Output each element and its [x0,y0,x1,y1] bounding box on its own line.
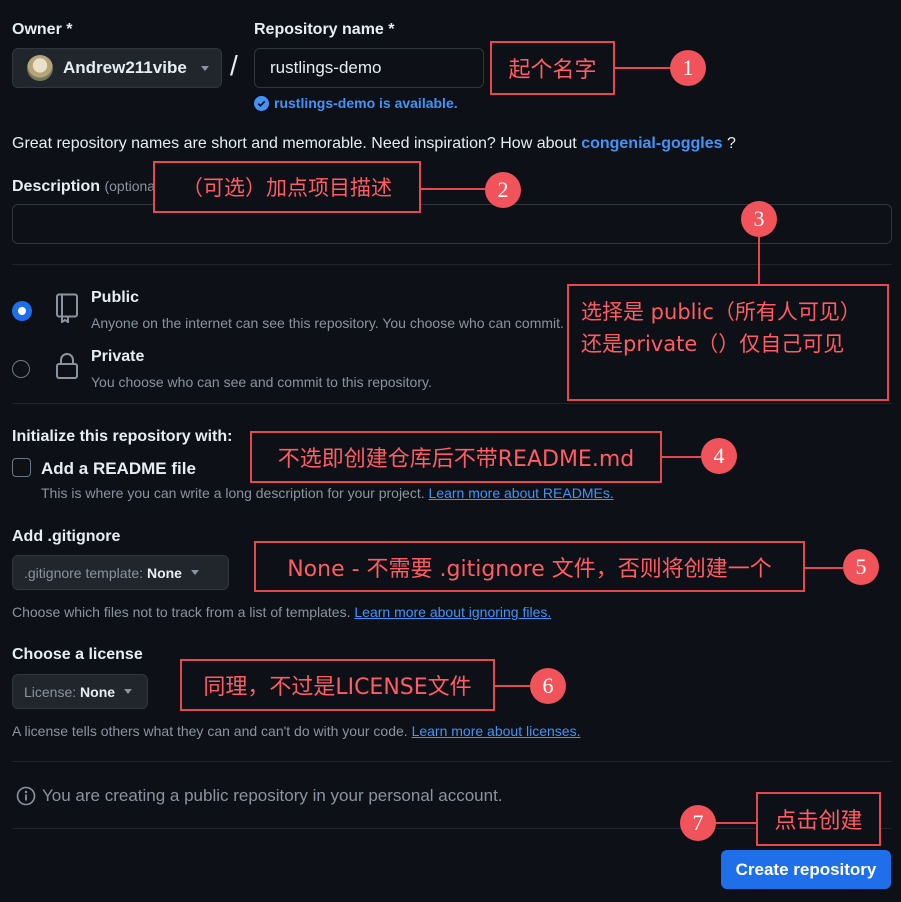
private-radio[interactable] [12,360,30,378]
gitignore-desc-text: Choose which files not to track from a l… [12,604,355,620]
gitignore-select-value: None [146,564,182,581]
annotation-box-7: 点击创建 [756,792,881,846]
divider [12,403,892,404]
hint-text: Great repository names are short and mem… [12,135,582,152]
avatar [27,55,53,81]
annotation-line-4 [662,456,701,458]
availability-text: rustlings-demo is available. [274,95,458,111]
license-heading: Choose a license [12,646,143,663]
gitignore-heading: Add .gitignore [12,528,121,545]
annotation-marker-6: 6 [530,668,566,704]
radio-dot [18,307,26,315]
private-desc: You choose who can see and commit to thi… [91,374,432,390]
readme-desc: This is where you can write a long descr… [41,485,614,501]
public-desc: Anyone on the internet can see this repo… [91,315,564,331]
annotation-line-3 [758,237,760,284]
license-select-value: None [80,683,116,700]
repo-name-value: rustlings-demo [270,58,382,77]
annotation-box-1: 起个名字 [490,41,615,95]
private-title: Private [91,348,145,365]
annotation-line-5 [805,567,843,569]
description-label: Description (optional) [12,178,163,196]
repo-name-input[interactable]: rustlings-demo [254,48,484,88]
annotation-box-5: None - 不需要 .gitignore 文件，否则将创建一个 [254,541,805,592]
readme-checkbox[interactable] [12,458,31,477]
init-heading: Initialize this repository with: [12,428,233,445]
public-title: Public [91,289,140,306]
owner-repo-separator: / [230,50,238,81]
owner-value: Andrew211vibe [63,58,187,77]
availability-status: rustlings-demo is available. [254,95,458,111]
repo-name-label: Repository name * [254,21,395,38]
annotation-line-7 [716,822,756,824]
annotation-marker-3: 3 [741,201,777,237]
chevron-down-icon [200,65,209,71]
license-desc-text: A license tells others what they can and… [12,723,412,739]
check-circle-icon [254,95,269,111]
annotation-marker-4: 4 [701,438,737,474]
create-repository-button[interactable]: Create repository [721,850,891,889]
divider [12,264,892,265]
annotation-line-6 [495,685,530,687]
readme-label[interactable]: Add a README file [41,459,196,479]
annotation-box-2: （可选）加点项目描述 [153,161,421,213]
chevron-down-icon [124,689,133,694]
divider [12,761,892,762]
description-title: Description [12,178,101,195]
name-hint: Great repository names are short and mem… [12,135,736,153]
annotation-marker-2: 2 [485,172,521,208]
gitignore-desc: Choose which files not to track from a l… [12,604,551,620]
license-select-label: License: [24,683,81,700]
annotation-marker-5: 5 [843,549,879,585]
gitignore-select[interactable]: .gitignore template: None [12,555,229,590]
annotation-line-2 [421,188,485,190]
chevron-down-icon [190,570,199,575]
license-select[interactable]: License: None [12,674,148,709]
annotation-box-6: 同理，不过是LICENSE文件 [180,659,495,711]
annotation-box-3: 选择是 public（所有人可见）还是private（）仅自己可见 [567,284,889,401]
public-radio[interactable] [12,301,32,321]
notice-text: You are creating a public repository in … [42,786,503,805]
gitignore-select-label: .gitignore template: [24,564,147,581]
license-learn-more-link[interactable]: Learn more about licenses. [412,723,581,739]
visibility-notice: You are creating a public repository in … [16,786,503,806]
hint-end: ? [722,135,736,152]
readme-desc-text: This is where you can write a long descr… [41,485,429,501]
license-desc: A license tells others what they can and… [12,723,580,739]
suggestion-link[interactable]: congenial-goggles [581,135,722,152]
info-icon [16,786,36,806]
repo-icon [56,293,78,323]
readme-learn-more-link[interactable]: Learn more about READMEs. [429,485,614,501]
lock-icon [56,353,78,379]
owner-label: Owner * [12,21,73,38]
owner-select[interactable]: Andrew211vibe [12,48,222,88]
gitignore-learn-more-link[interactable]: Learn more about ignoring files. [354,604,551,620]
annotation-marker-1: 1 [670,50,706,86]
annotation-marker-7: 7 [680,805,716,841]
annotation-box-4: 不选即创建仓库后不带README.md [250,431,662,483]
annotation-line-1 [615,67,670,69]
